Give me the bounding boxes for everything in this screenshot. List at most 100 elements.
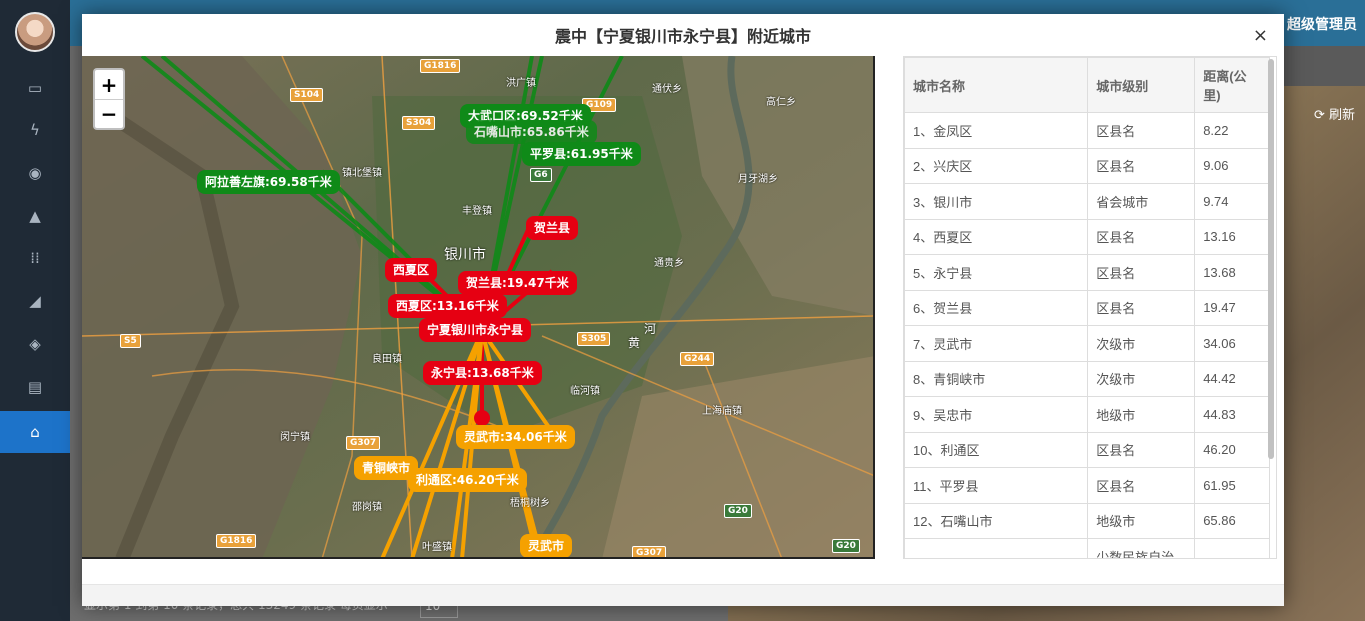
cell-city-name: 4、西夏区 [904,218,1089,255]
marker-label-epicenter[interactable]: 宁夏银川市永宁县 [419,318,532,342]
cell-distance: 44.42 [1194,360,1270,397]
table-scrollbar[interactable] [1268,59,1274,459]
sidebar: ▭ ϟ ◉ ▲ ⁞⁞ ◢ ◈ ▤ ⌂ [0,0,70,621]
bank-icon[interactable]: ⌂ [0,411,70,453]
table-row[interactable]: 3、银川市 省会城市 9.74 [904,183,1270,220]
cell-city-level: 区县名 [1087,467,1196,504]
cell-city-name: 12、石嘴山市 [904,502,1089,539]
road-shield: G20 [832,539,860,553]
area-chart-icon[interactable]: ◢ [0,280,70,322]
close-icon[interactable]: × [1253,25,1268,46]
cell-city-level: 区县名 [1087,147,1196,184]
cell-distance: 46.20 [1194,431,1270,468]
zoom-in-button[interactable]: + [95,70,123,99]
bolt-icon[interactable]: ϟ [0,109,70,151]
modal-title: 震中【宁夏银川市永宁县】附近城市 [554,29,811,46]
map-place: 叶盛镇 [422,542,452,553]
nearby-cities-modal: 震中【宁夏银川市永宁县】附近城市 × + − G1816 S104 S304 G… [82,14,1284,606]
marker-label-shizuishan[interactable]: 石嘴山市:65.86千米 [466,120,597,144]
target-icon[interactable]: ◉ [0,152,70,194]
column-header-city-name: 城市名称 [904,57,1089,113]
marker-label-lingwu[interactable]: 灵武市 [520,534,573,557]
map-place: 河 [644,322,657,336]
cell-city-name: 3、银川市 [904,183,1089,220]
newspaper-icon[interactable]: ▤ [0,366,70,408]
marker-label-xixia-distance[interactable]: 西夏区:13.16千米 [388,294,507,318]
nearby-cities-table-container[interactable]: 城市名称 城市级别 距离(公里) 1、金凤区 区县名 8.22 2、兴庆区 区县名 9.0… [903,56,1277,559]
road-shield: G1816 [420,59,461,73]
marker-label-yongning[interactable]: 永宁县:13.68千米 [423,361,542,385]
road-shield: G1816 [216,534,257,548]
marker-label-helan-distance[interactable]: 贺兰县:19.47千米 [458,271,577,295]
table-row[interactable]: 7、灵武市 次级市 34.06 [904,325,1270,362]
table-row[interactable]: 10、利通区 区县名 46.20 [904,431,1270,468]
map-place: 丰登镇 [462,206,492,217]
marker-label-xixia[interactable]: 西夏区 [385,258,438,282]
table-row[interactable]: 少数民族自治 [904,538,1270,558]
cell-distance: 44.83 [1194,396,1270,433]
cell-city-level: 次级市 [1087,360,1196,397]
cell-distance [1194,538,1270,558]
cell-city-name: 7、灵武市 [904,325,1089,362]
table-header-row: 城市名称 城市级别 距离(公里) [904,57,1270,113]
map-place: 临河镇 [570,386,600,397]
cell-city-name: 11、平罗县 [904,467,1089,504]
cell-city-name: 5、永宁县 [904,254,1089,291]
table-row[interactable]: 8、青铜峡市 次级市 44.42 [904,360,1270,397]
table-row[interactable]: 12、石嘴山市 地级市 65.86 [904,502,1270,539]
road-shield: S5 [120,334,141,348]
cell-city-level: 区县名 [1087,431,1196,468]
cell-city-name [904,538,1089,558]
table-row[interactable]: 1、金凤区 区县名 8.22 [904,112,1270,149]
cell-city-name: 10、利通区 [904,431,1089,468]
cell-distance: 13.16 [1194,218,1270,255]
road-shield: S104 [290,88,324,102]
tree-icon[interactable]: ▲ [0,195,70,237]
map-place: 银川市 [444,247,486,263]
modal-header: 震中【宁夏银川市永宁县】附近城市 × [82,14,1284,56]
refresh-button[interactable]: ⟳ 刷新 [1314,104,1355,123]
marker-label-alashan[interactable]: 阿拉善左旗:69.58千米 [197,170,340,194]
admin-user-label[interactable]: 超级管理员 [1287,14,1357,34]
map-place: 黄 [628,336,641,350]
column-header-distance: 距离(公里) [1194,57,1270,113]
marker-label-litong[interactable]: 利通区:46.20千米 [408,468,527,492]
marker-label-lingwu-distance[interactable]: 灵武市:34.06千米 [456,425,575,449]
cell-city-level: 省会城市 [1087,183,1196,220]
map-place: 闵宁镇 [280,432,310,443]
road-shield: G20 [724,504,752,518]
map-place: 良田镇 [372,354,402,365]
zoom-out-button[interactable]: − [95,99,123,128]
cell-city-level: 区县名 [1087,218,1196,255]
money-icon[interactable]: ▭ [0,67,70,109]
cell-distance: 19.47 [1194,289,1270,326]
table-row[interactable]: 5、永宁县 区县名 13.68 [904,254,1270,291]
table-row[interactable]: 11、平罗县 区县名 61.95 [904,467,1270,504]
cell-city-level: 区县名 [1087,254,1196,291]
refresh-label: 刷新 [1328,108,1355,123]
cell-city-level: 区县名 [1087,112,1196,149]
cube-icon[interactable]: ◈ [0,323,70,365]
map-place: 月牙湖乡 [738,174,778,185]
cell-city-level: 少数民族自治 [1087,538,1196,558]
table-body: 1、金凤区 区县名 8.22 2、兴庆区 区县名 9.06 3、银川市 省会城市 9.74 4、西… [904,112,1270,558]
table-row[interactable]: 2、兴庆区 区县名 9.06 [904,147,1270,184]
modal-footer [82,584,1284,606]
cell-distance: 13.68 [1194,254,1270,291]
map-place: 上海庙镇 [702,406,742,417]
grid-icon[interactable]: ⁞⁞ [0,237,70,279]
satellite-map[interactable]: + − G1816 S104 S304 G109 G6 S5 S305 G244… [82,56,875,559]
map-place: 通伏乡 [652,84,682,95]
avatar[interactable] [15,12,55,52]
road-shield: G307 [346,436,381,450]
table-row[interactable]: 4、西夏区 区县名 13.16 [904,218,1270,255]
cell-city-name: 9、吴忠市 [904,396,1089,433]
cell-city-level: 地级市 [1087,502,1196,539]
table-row[interactable]: 6、贺兰县 区县名 19.47 [904,289,1270,326]
marker-label-helan[interactable]: 贺兰县 [526,216,579,240]
map-place: 邵岗镇 [352,502,382,513]
marker-label-pingluo[interactable]: 平罗县:61.95千米 [522,142,641,166]
cell-distance: 9.06 [1194,147,1270,184]
table-row[interactable]: 9、吴忠市 地级市 44.83 [904,396,1270,433]
cell-city-level: 地级市 [1087,396,1196,433]
